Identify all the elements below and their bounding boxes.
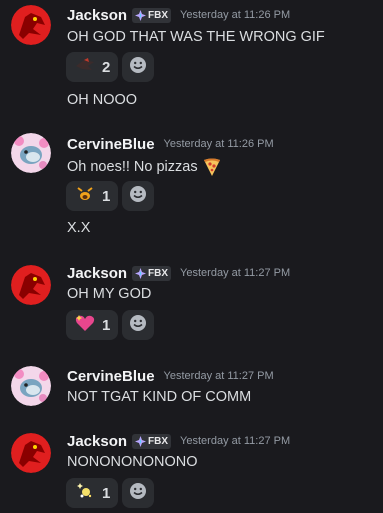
bird-emoji-icon [74, 56, 96, 78]
reaction-count: 2 [102, 58, 111, 76]
message-text: NOT TGAT KIND OF COMM [67, 389, 252, 405]
diamond-icon [135, 9, 147, 21]
timestamp[interactable]: Yesterday at 11:27 PM [180, 267, 290, 279]
smiley-icon [129, 314, 147, 336]
message-text: OH GOD THAT WAS THE WRONG GIF [67, 29, 325, 45]
message-text: OH MY GOD [67, 286, 152, 302]
reaction-button[interactable]: 1 [66, 478, 119, 508]
reactions-bar: 2 [66, 52, 155, 82]
username[interactable]: CervineBlue [67, 368, 155, 385]
reactions-bar: 1 [66, 310, 155, 340]
red-dragon-avatar[interactable] [11, 265, 51, 305]
blue-creature-flowers-avatar[interactable] [11, 366, 51, 406]
message-text: Oh noes!! No pizzas [67, 157, 222, 177]
fbx-tag[interactable]: FBX [132, 7, 172, 23]
message-text: X.X [67, 220, 91, 236]
add-reaction-button[interactable] [122, 181, 155, 211]
add-reaction-button[interactable] [122, 478, 155, 508]
crying-face-emoji-icon [74, 185, 96, 207]
message-text: NONONONONONO [67, 454, 198, 470]
timestamp[interactable]: Yesterday at 11:27 PM [164, 370, 274, 382]
reactions-bar: 1 [66, 478, 155, 508]
message-text-content: Oh noes!! No pizzas [67, 159, 198, 175]
reaction-count: 1 [102, 484, 111, 502]
red-dragon-avatar[interactable] [11, 433, 51, 473]
timestamp[interactable]: Yesterday at 11:26 PM [180, 9, 290, 21]
fbx-tag[interactable]: FBX [132, 265, 172, 281]
smiley-icon [129, 185, 147, 207]
message-text: OH NOOO [67, 92, 138, 108]
red-dragon-avatar[interactable] [11, 5, 51, 45]
username[interactable]: Jackson [67, 433, 127, 450]
reaction-button[interactable]: 1 [66, 310, 119, 340]
add-reaction-button[interactable] [122, 52, 155, 82]
username[interactable]: Jackson [67, 265, 127, 282]
add-reaction-button[interactable] [122, 310, 155, 340]
username[interactable]: CervineBlue [67, 136, 155, 153]
smiley-icon [129, 482, 147, 504]
diamond-icon [135, 435, 147, 447]
sparkle-sticker-emoji-icon [74, 481, 96, 505]
diamond-icon [135, 267, 147, 279]
username[interactable]: Jackson [67, 7, 127, 24]
tag-label: FBX [148, 9, 169, 21]
reaction-count: 1 [102, 187, 111, 205]
pizza-emoji-icon [202, 157, 222, 177]
reaction-button[interactable]: 1 [66, 181, 119, 211]
tag-label: FBX [148, 435, 169, 447]
timestamp[interactable]: Yesterday at 11:26 PM [164, 138, 274, 150]
chat-messages: Jackson FBX Yesterday at 11:26 PM OH GOD… [0, 0, 383, 513]
timestamp[interactable]: Yesterday at 11:27 PM [180, 435, 290, 447]
reaction-button[interactable]: 2 [66, 52, 119, 82]
reaction-count: 1 [102, 316, 111, 334]
blue-creature-flowers-avatar[interactable] [11, 133, 51, 173]
fbx-tag[interactable]: FBX [132, 433, 172, 449]
sparkling-heart-emoji-icon [74, 313, 96, 337]
smiley-icon [129, 56, 147, 78]
reactions-bar: 1 [66, 181, 155, 211]
tag-label: FBX [148, 267, 169, 279]
